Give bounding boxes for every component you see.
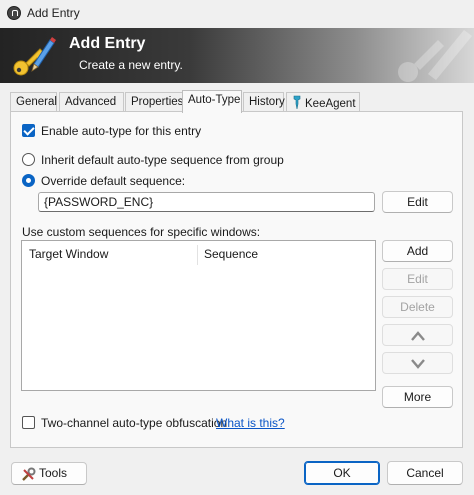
more-button[interactable]: More (382, 386, 453, 408)
sequence-input[interactable]: {PASSWORD_ENC} (38, 192, 375, 212)
inherit-sequence-radio[interactable] (22, 153, 35, 166)
list-header: Target Window Sequence (22, 241, 375, 265)
keepass-lock-icon (7, 6, 21, 20)
tools-label: Tools (39, 466, 68, 480)
column-target-window[interactable]: Target Window (22, 241, 197, 265)
obfuscation-checkbox[interactable] (22, 416, 35, 429)
cancel-button[interactable]: Cancel (387, 461, 463, 485)
pen-key-icon (13, 37, 56, 76)
override-sequence-label[interactable]: Override default sequence: (41, 174, 185, 188)
pen-key-watermark-icon (398, 30, 472, 82)
keeagent-icon (293, 95, 301, 109)
edit-row-button[interactable]: Edit (382, 268, 453, 290)
banner-subtitle: Create a new entry. (79, 58, 183, 72)
tab-auto-type[interactable]: Auto-Type (182, 90, 242, 113)
tab-history[interactable]: History (243, 92, 285, 111)
title-bar: Add Entry (0, 0, 474, 28)
header-banner: Add Entry Create a new entry. (0, 28, 474, 83)
banner-title: Add Entry (69, 35, 146, 52)
tab-properties[interactable]: Properties (125, 92, 183, 111)
column-sequence[interactable]: Sequence (197, 241, 375, 265)
inherit-sequence-label[interactable]: Inherit default auto-type sequence from … (41, 153, 284, 167)
move-down-icon (411, 359, 425, 369)
tab-general[interactable]: General (10, 92, 57, 111)
tab-keeagent-label: KeeAgent (305, 98, 356, 110)
custom-sequences-label: Use custom sequences for specific window… (22, 225, 261, 239)
delete-button[interactable]: Delete (382, 296, 453, 318)
override-sequence-radio[interactable] (22, 174, 35, 187)
enable-autotype-checkbox[interactable] (22, 124, 35, 137)
obfuscation-label[interactable]: Two-channel auto-type obfuscation (41, 416, 227, 430)
window-title: Add Entry (27, 6, 80, 20)
tools-button[interactable]: Tools (11, 462, 87, 485)
move-up-button[interactable] (382, 324, 453, 346)
add-button[interactable]: Add (382, 240, 453, 262)
move-down-button[interactable] (382, 352, 453, 374)
tab-keeagent[interactable]: KeeAgent (286, 92, 360, 111)
what-is-this-link[interactable]: What is this? (216, 416, 285, 430)
move-up-icon (411, 331, 425, 341)
window-sequence-list[interactable]: Target Window Sequence (21, 240, 376, 391)
edit-sequence-button[interactable]: Edit (382, 191, 453, 213)
ok-button[interactable]: OK (304, 461, 380, 485)
tools-icon (22, 467, 36, 481)
tab-advanced[interactable]: Advanced (59, 92, 124, 111)
enable-autotype-label[interactable]: Enable auto-type for this entry (41, 124, 201, 138)
